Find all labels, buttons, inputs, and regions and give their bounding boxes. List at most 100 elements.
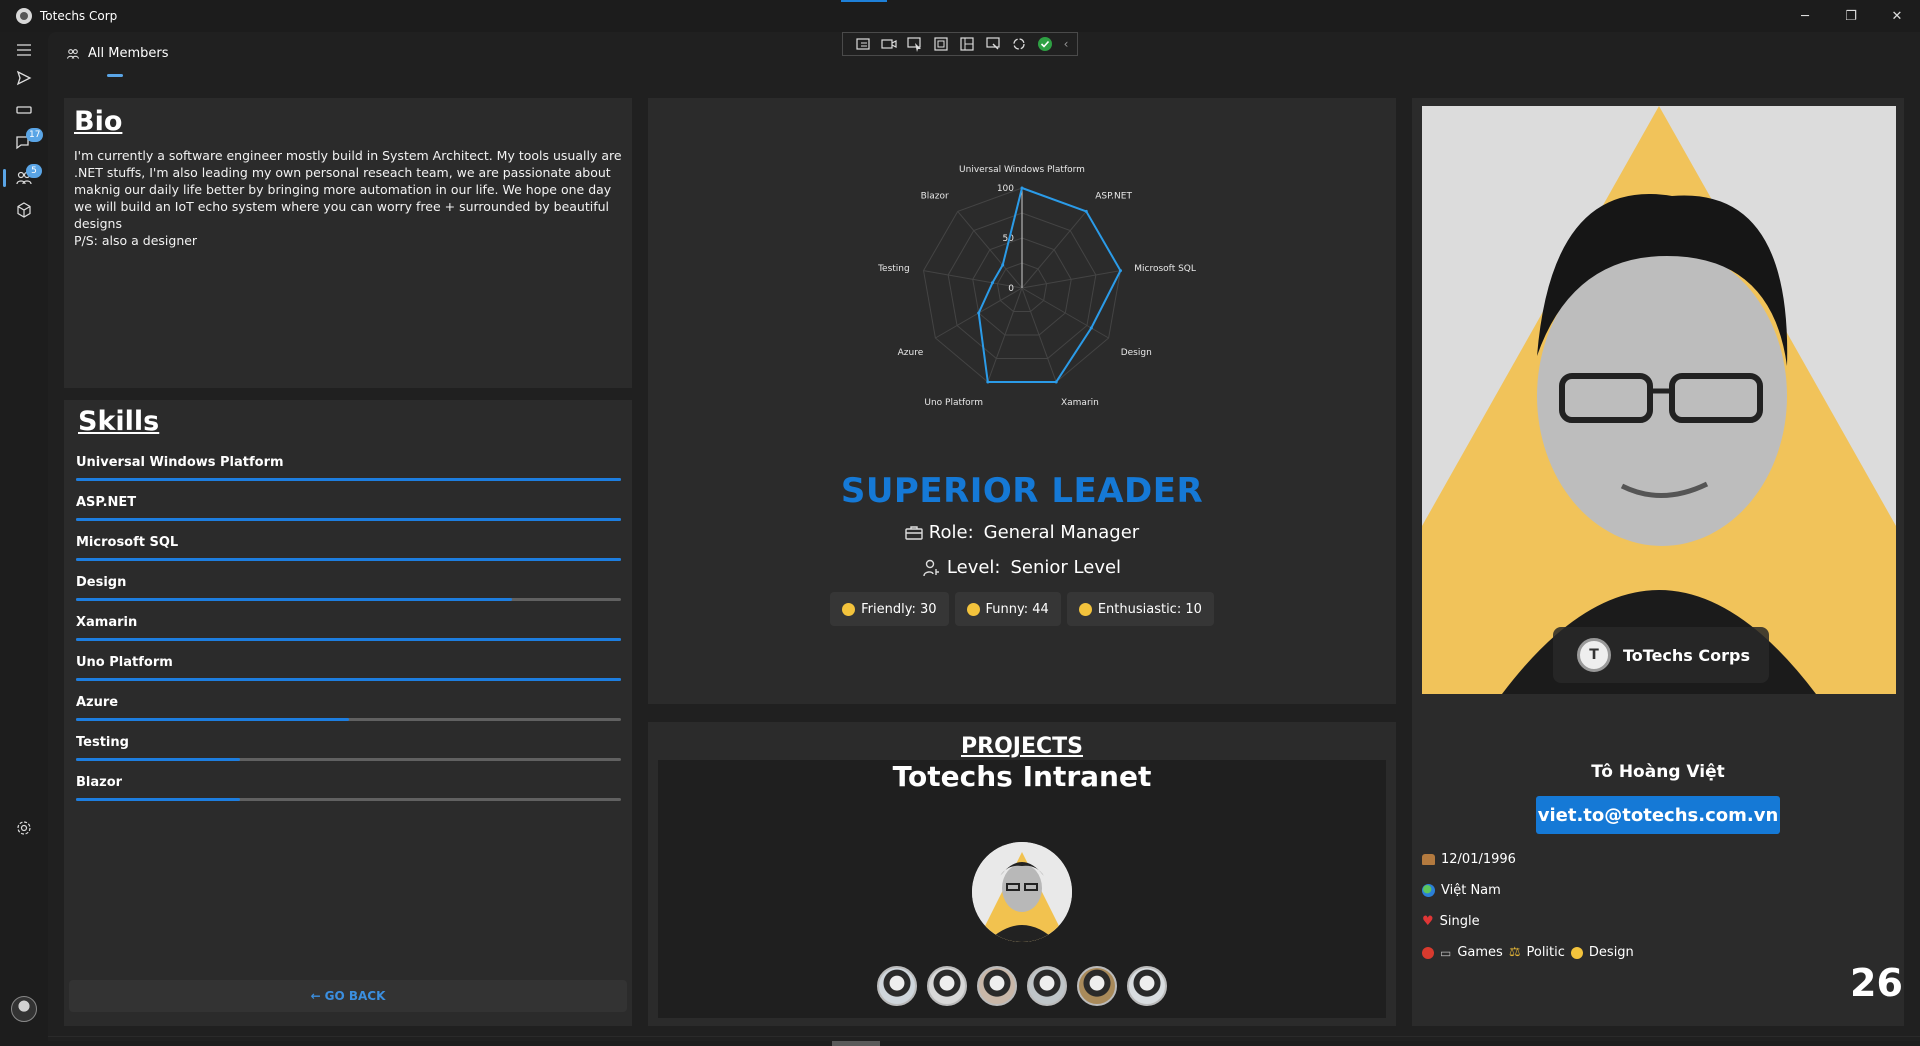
status-row: ♥ Single (1422, 914, 1480, 929)
app-logo-icon (16, 8, 32, 24)
collapse-icon[interactable]: ‹ (1061, 36, 1071, 52)
smile-emoji-icon (842, 602, 856, 616)
company-badge: ToTechs Corps (1553, 627, 1769, 683)
status-value: Single (1439, 914, 1480, 929)
skill-name: Uno Platform (76, 655, 173, 670)
skills-list: Universal Windows Platform ASP.NET Microso… (76, 455, 621, 815)
level-label: Level: (946, 557, 1001, 578)
scrollbar-thumb[interactable] (832, 1041, 880, 1046)
check-icon[interactable] (1035, 36, 1054, 52)
skill-progress-track (76, 798, 621, 801)
skill-name: Microsoft SQL (76, 535, 179, 550)
radar-category-label: Universal Windows Platform (959, 165, 1085, 175)
radar-category-label: Azure (898, 348, 924, 358)
skill-name: ASP.NET (76, 495, 137, 510)
hobby-games: Games (1457, 945, 1503, 960)
member-avatar[interactable] (977, 966, 1017, 1006)
projects-card: PROJECTS Totechs Intranet (648, 722, 1396, 1026)
skill-row: ASP.NET (76, 495, 621, 535)
cube-icon (17, 202, 31, 218)
member-avatar[interactable] (927, 966, 967, 1006)
projects-title: PROJECTS (961, 734, 1083, 759)
level-value: Senior Level (1010, 557, 1122, 578)
project-owner-avatar (972, 842, 1072, 942)
company-logo-icon (1577, 638, 1611, 672)
member-avatar[interactable] (1077, 966, 1117, 1006)
go-back-label: GO BACK (324, 989, 386, 1003)
window-controls: ─ ❐ ✕ (1782, 0, 1920, 32)
skill-progress-track (76, 598, 621, 601)
project-item[interactable]: Totechs Intranet (658, 760, 1386, 1018)
skill-row: Xamarin (76, 615, 621, 655)
radar-category-label: Testing (877, 264, 910, 274)
track-focus-icon[interactable] (983, 36, 1002, 52)
skills-radar-chart: 050100Universal Windows PlatformASP.NETM… (877, 165, 1196, 408)
skill-row: Microsoft SQL (76, 535, 621, 575)
face-emoji-icon (1570, 946, 1583, 959)
member-avatar[interactable] (1127, 966, 1167, 1006)
hot-reload-icon[interactable] (1009, 36, 1028, 52)
trait-friendly: Friendly: 30 (830, 592, 949, 626)
radar-category-label: Uno Platform (924, 398, 983, 408)
dob-row: 12/01/1996 (1422, 852, 1516, 867)
ping-pong-icon (1422, 946, 1434, 959)
maximize-button[interactable]: ❐ (1828, 0, 1874, 32)
skill-row: Design (76, 575, 621, 615)
role-line: Role: General Manager (648, 522, 1396, 543)
sidebar-item-messages[interactable]: 17 (0, 124, 48, 160)
gear-icon (17, 821, 31, 835)
age-value: 26 (1850, 961, 1903, 1005)
skill-row: Universal Windows Platform (76, 455, 621, 495)
radar-data-point (986, 380, 990, 384)
sidebar-item-packages[interactable] (0, 192, 48, 228)
email-button[interactable]: viet.to@totechs.com.vn (1536, 796, 1780, 834)
sidebar-item-members[interactable]: 5 (0, 160, 48, 196)
title-bar: Totechs Corp ─ ❐ ✕ (0, 0, 1920, 32)
skill-row: Blazor (76, 775, 621, 815)
members-tab-icon (67, 48, 79, 59)
skill-row: Uno Platform (76, 655, 621, 695)
horizontal-scrollbar[interactable] (0, 1041, 1920, 1046)
radar-data-point (1001, 263, 1005, 267)
settings-button[interactable] (0, 810, 48, 846)
radar-data-point (1020, 186, 1024, 190)
skill-progress-fill (76, 718, 349, 721)
skill-progress-fill (76, 798, 240, 801)
skill-progress-track (76, 478, 621, 481)
sidebar-item-projects[interactable] (0, 60, 48, 96)
select-element-icon[interactable] (905, 36, 924, 52)
close-button[interactable]: ✕ (1874, 0, 1920, 32)
leader-card: 0 50 100 Universal Windows Platform ASP.NET M… (648, 98, 1396, 704)
live-tree-icon[interactable] (853, 36, 872, 52)
layout-icon[interactable] (957, 36, 976, 52)
member-avatar[interactable] (1027, 966, 1067, 1006)
radar-category-label: Microsoft SQL (1134, 264, 1196, 274)
raised-hands-emoji-icon (1078, 602, 1092, 616)
members-badge: 5 (26, 164, 42, 178)
user-avatar[interactable] (11, 996, 37, 1022)
radar-category-label: ASP.NET (1095, 192, 1132, 202)
member-avatar[interactable] (877, 966, 917, 1006)
bio-text: I'm currently a software engineer mostly… (74, 148, 622, 248)
camera-icon[interactable] (879, 36, 898, 52)
radar-series-line (977, 186, 1122, 383)
sidebar-item-devices[interactable] (0, 92, 48, 128)
scales-icon: ⚖ (1508, 945, 1521, 960)
skill-progress-fill (76, 678, 621, 681)
radar-category-label: Blazor (921, 192, 949, 202)
send-icon (16, 70, 32, 86)
bio-title: Bio (74, 106, 123, 137)
skill-name: Azure (76, 695, 119, 710)
go-back-button[interactable]: ← GO BACK (69, 980, 627, 1012)
skill-progress-fill (76, 758, 240, 761)
country-row: Việt Nam (1422, 883, 1501, 898)
skill-name: Testing (76, 735, 129, 750)
bio-card: Bio I'm currently a software engineer mo… (64, 98, 632, 388)
display-adorners-icon[interactable] (931, 36, 950, 52)
radar-data-point (977, 311, 981, 315)
tab-all-members[interactable]: All Members (66, 46, 169, 61)
skill-row: Azure (76, 695, 621, 735)
radar-category-label: Design (1121, 348, 1152, 358)
minimize-button[interactable]: ─ (1782, 0, 1828, 32)
role-value: General Manager (983, 522, 1140, 543)
